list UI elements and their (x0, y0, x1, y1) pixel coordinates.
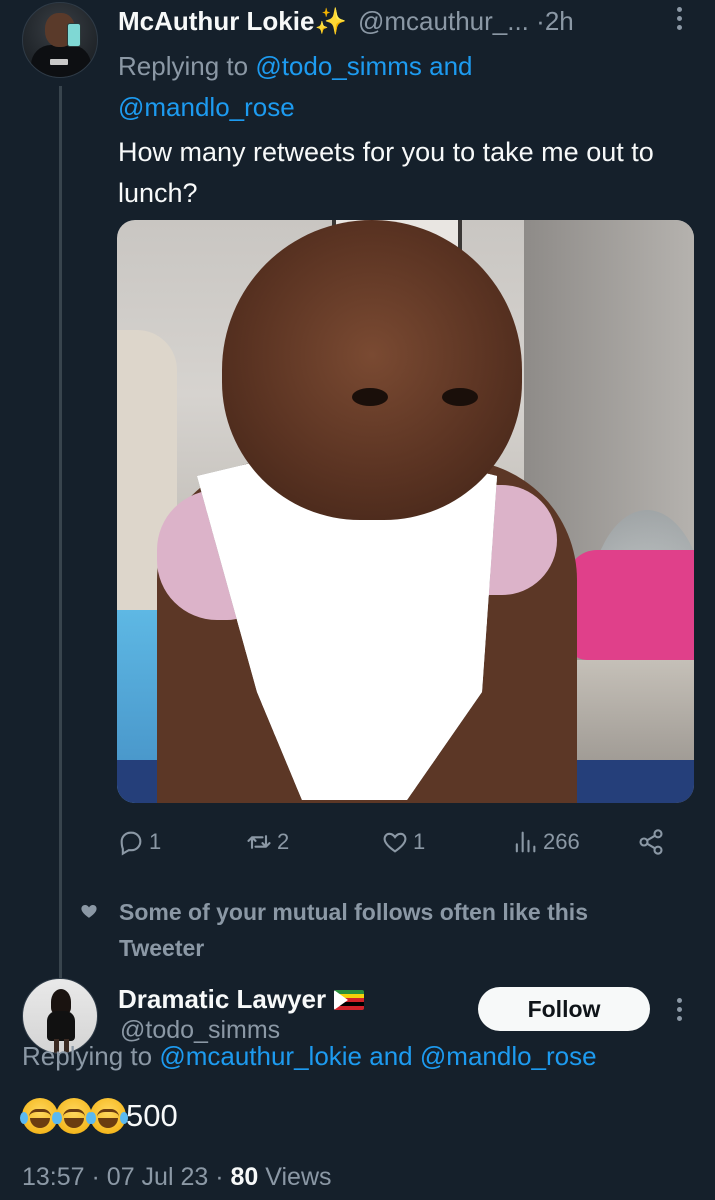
reply-button[interactable]: 1 (117, 820, 161, 864)
zimbabwe-flag-icon (334, 989, 365, 1010)
meta-views-label[interactable]: Views (265, 1163, 331, 1191)
social-context-text: Some of your mutual follows often like t… (119, 899, 588, 961)
author-handle-and-time: @mcauthur_... ·2h (358, 6, 574, 37)
replying-prefix: Replying to (118, 51, 249, 81)
views-count: 266 (543, 829, 580, 854)
reply-replying-prefix: Replying to (22, 1041, 153, 1071)
reply-author-name[interactable]: Dramatic Lawyer (118, 984, 326, 1015)
mention-mcauthur-lokie[interactable]: @mcauthur_lokie (159, 1041, 362, 1071)
reply-replying-and[interactable]: and (369, 1041, 412, 1071)
meta-separator: · (215, 1163, 224, 1191)
like-button[interactable]: 1 (381, 820, 425, 864)
tweet-action-bar: 1 2 1 266 (117, 820, 677, 864)
heart-icon (81, 905, 97, 918)
retweet-count: 2 (277, 829, 290, 854)
meta-separator: · (91, 1163, 100, 1191)
follow-button[interactable]: Follow (478, 987, 650, 1031)
mention-mandlo-rose[interactable]: @mandlo_rose (118, 92, 295, 122)
author-handle[interactable]: @mcauthur_... (358, 6, 529, 36)
tweet-age[interactable]: 2h (545, 6, 574, 36)
retweet-button[interactable]: 2 (245, 820, 289, 864)
more-options-icon[interactable] (672, 997, 686, 1023)
reply-icon (120, 831, 142, 856)
reply-count: 1 (149, 829, 162, 854)
reply-text: 500 (20, 1094, 178, 1138)
views-button[interactable]: 266 (511, 820, 580, 864)
separator: · (536, 6, 545, 36)
like-icon (383, 832, 407, 853)
tears-of-joy-emoji (20, 1098, 60, 1134)
reply-replying-to-line: Replying to @mcauthur_lokie and @mandlo_… (22, 1037, 597, 1075)
replying-to-line: Replying to @todo_simms and @mandlo_rose (118, 46, 678, 128)
meta-time[interactable]: 13:57 (22, 1163, 85, 1191)
share-button[interactable] (637, 820, 665, 864)
replying-and[interactable]: and (429, 51, 472, 81)
tweet-text: How many retweets for you to take me out… (118, 137, 654, 208)
views-icon (515, 831, 536, 853)
mention-todo-simms[interactable]: @todo_simms (255, 51, 422, 81)
tears-of-joy-emoji (88, 1098, 128, 1134)
share-icon (639, 829, 663, 855)
like-count: 1 (413, 829, 426, 854)
thread-connector-line (59, 86, 62, 978)
meta-date[interactable]: 07 Jul 23 (107, 1163, 208, 1191)
tweet-photo[interactable] (117, 220, 694, 803)
reply-author-name-row[interactable]: Dramatic Lawyer (118, 984, 365, 1015)
meta-views-count[interactable]: 80 (231, 1163, 259, 1191)
retweet-icon (247, 835, 271, 849)
author-name[interactable]: McAuthur Lokie✨ (118, 6, 347, 37)
more-options-icon[interactable] (672, 6, 686, 32)
reply-text-number: 500 (126, 1098, 178, 1133)
author-avatar[interactable] (22, 2, 98, 78)
mention-mandlo-rose[interactable]: @mandlo_rose (420, 1041, 597, 1071)
tweet-meta: 13:57 · 07 Jul 23 · 80 Views (22, 1163, 332, 1192)
tears-of-joy-emoji (54, 1098, 94, 1134)
